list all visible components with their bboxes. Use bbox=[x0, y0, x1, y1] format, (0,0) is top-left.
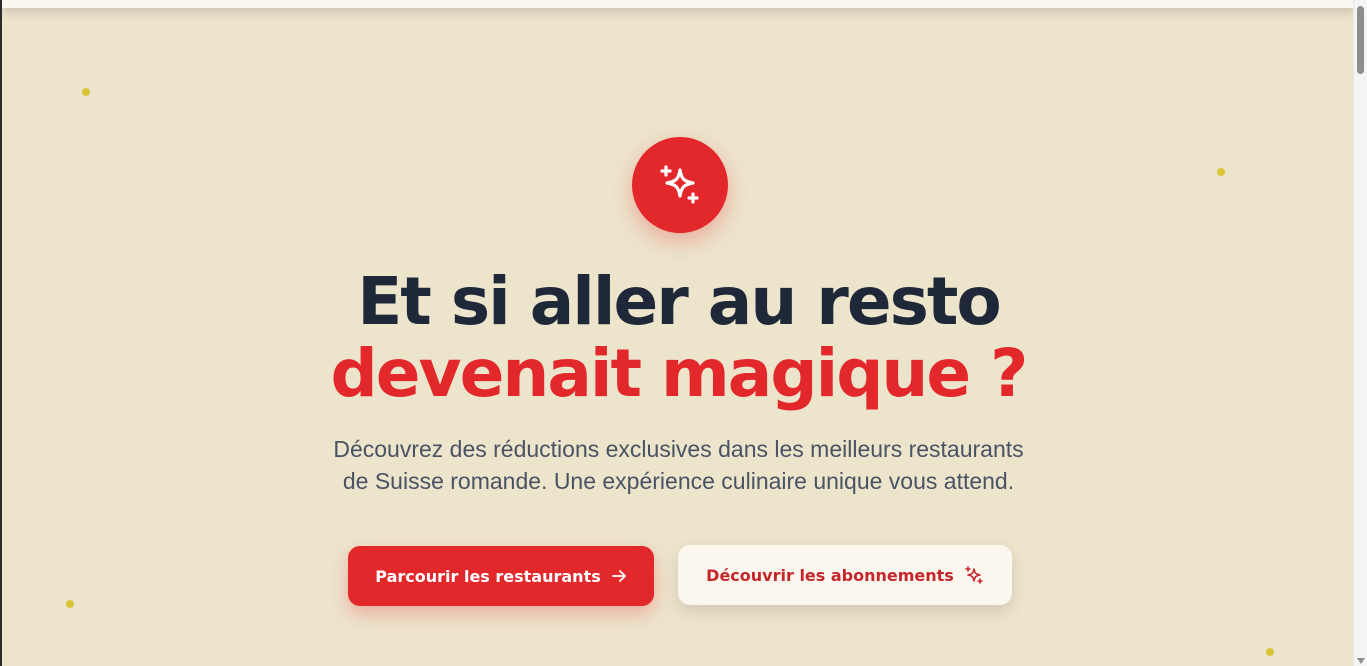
decorative-dot bbox=[66, 600, 74, 608]
arrow-right-icon bbox=[611, 568, 627, 584]
hero-sparkles-badge bbox=[632, 137, 728, 233]
hero-subtitle: Découvrez des réductions exclusives dans… bbox=[2, 433, 1355, 497]
browse-restaurants-button[interactable]: Parcourir les restaurants bbox=[348, 546, 654, 606]
page-scrollbar[interactable] bbox=[1353, 0, 1367, 666]
scroll-down-arrow-icon[interactable] bbox=[1357, 658, 1365, 664]
scrollbar-thumb[interactable] bbox=[1357, 6, 1364, 74]
hero-subtitle-line1: Découvrez des réductions exclusives dans… bbox=[333, 436, 1024, 462]
decorative-dot bbox=[1217, 168, 1225, 176]
sparkles-icon bbox=[660, 165, 699, 204]
sparkles-icon bbox=[964, 565, 984, 585]
discover-subscriptions-label: Découvrir les abonnements bbox=[706, 565, 954, 585]
hero-subtitle-line2: de Suisse romande. Une expérience culina… bbox=[342, 468, 1015, 494]
browse-restaurants-label: Parcourir les restaurants bbox=[375, 566, 601, 586]
discover-subscriptions-button[interactable]: Découvrir les abonnements bbox=[678, 545, 1012, 605]
landing-page: Et si aller au resto devenait magique ? … bbox=[0, 0, 1367, 666]
hero-headline-line1: Et si aller au resto bbox=[357, 263, 1002, 340]
decorative-dot bbox=[82, 88, 90, 96]
decorative-dot bbox=[1266, 648, 1274, 656]
top-navigation-bar bbox=[2, 0, 1355, 8]
hero-headline-line2: devenait magique ? bbox=[330, 335, 1029, 412]
